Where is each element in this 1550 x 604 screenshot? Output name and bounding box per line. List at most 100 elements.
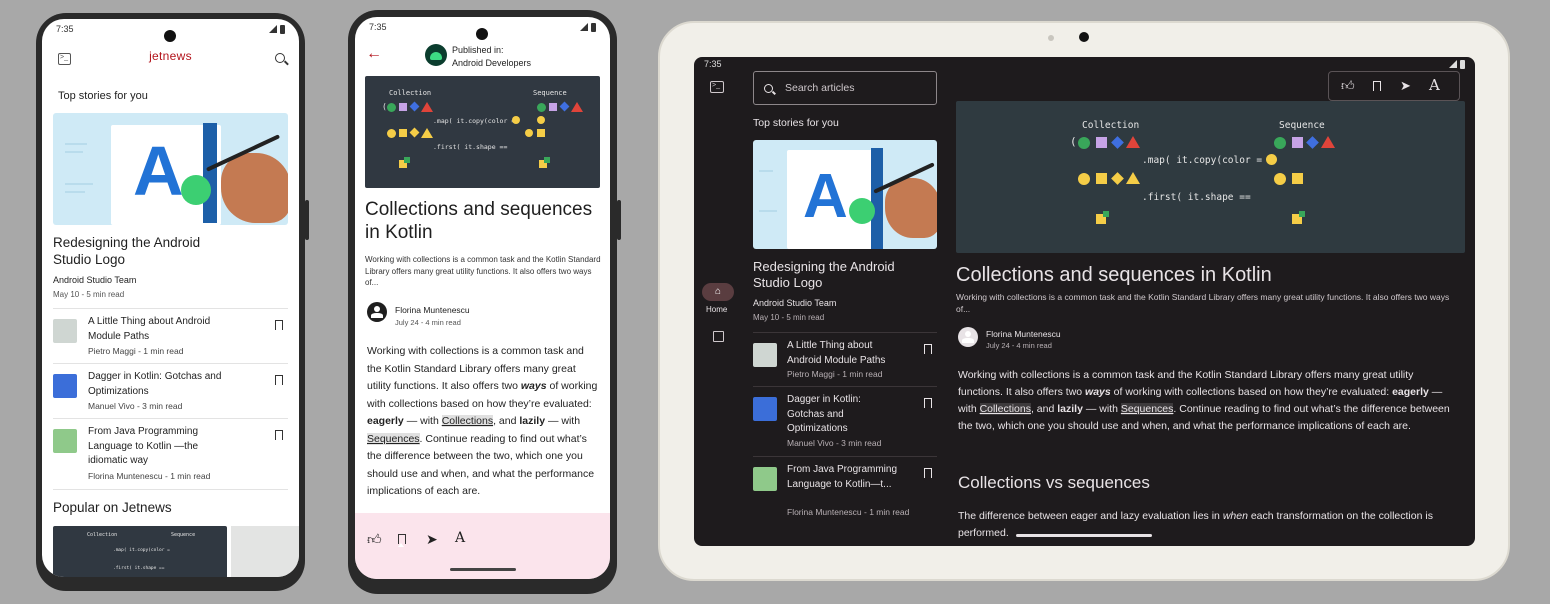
collection-label: Collection (1082, 120, 1140, 131)
article-toolbar: 👍︎ ➤ A (1328, 71, 1460, 101)
author-name: Florina Muntenescu (395, 305, 470, 315)
rail-home-label[interactable]: Home (706, 305, 727, 314)
post-meta: Pietro Maggi - 1 min read (787, 369, 883, 379)
divider (53, 489, 288, 490)
bookmark-icon[interactable] (275, 430, 283, 443)
list-icon[interactable] (713, 331, 724, 342)
post-title[interactable]: Dagger in Kotlin: Gotchas and Optimizati… (88, 370, 238, 399)
featured-title[interactable]: Redesigning the Android Studio Logo (753, 259, 903, 292)
post-title[interactable]: From Java Programming Language to Kotlin… (88, 425, 238, 469)
divider (753, 386, 937, 387)
thumb-up-icon[interactable]: 👍︎ (1341, 78, 1355, 94)
body-emphasis: ways (520, 380, 547, 392)
paren: ( (1070, 135, 1077, 148)
body-text: , and (1030, 403, 1058, 415)
bookmark-icon[interactable] (924, 398, 932, 411)
terminal-icon[interactable]: >_ (710, 81, 724, 93)
phone-screen-home: 7:35 >_ jetnews Top stories for you A Re… (42, 19, 299, 577)
body-emphasis: when (1222, 510, 1248, 522)
post-meta: Manuel Vivo - 3 min read (787, 438, 882, 448)
author-meta: July 24 - 4 min read (986, 341, 1052, 350)
gesture-nav-pill (1016, 534, 1152, 537)
bookmark-icon[interactable] (1373, 81, 1381, 94)
bookmark-icon[interactable] (275, 320, 283, 333)
body-text: , and (493, 415, 520, 427)
share-icon[interactable]: ➤ (426, 531, 438, 548)
code-first-line: .first( it.shape == (113, 566, 165, 571)
hand-illustration (221, 153, 288, 223)
post-title[interactable]: A Little Thing about Android Module Path… (787, 339, 905, 368)
section-title: Top stories for you (753, 117, 839, 129)
code-map-line: .map( it.copy(color = (433, 117, 516, 125)
popular-section-title: Popular on Jetnews (53, 500, 172, 515)
post-thumbnail (753, 397, 777, 421)
thumb-up-icon[interactable]: 👍︎ (367, 531, 382, 548)
divider (53, 308, 288, 309)
section-title: Top stories for you (58, 90, 148, 102)
popular-card-image-2[interactable] (231, 526, 299, 577)
divider (753, 332, 937, 333)
body-bold: eagerly (1392, 386, 1429, 398)
sequences-link[interactable]: Sequences (1120, 403, 1174, 415)
bottom-action-bar: 👍︎ ➤ A (355, 513, 610, 579)
body-text: — with (545, 415, 581, 427)
post-meta: Florina Muntenescu - 1 min read (787, 507, 910, 517)
text-size-icon[interactable]: A (455, 530, 465, 546)
code-first-line: .first( it.shape == (433, 143, 508, 151)
phone-screen-article: 7:35 ← Published in: Android Developers … (355, 17, 610, 579)
tablet-sensor (1048, 35, 1054, 41)
published-label: Published in: (452, 45, 504, 55)
divider (53, 418, 288, 419)
article-body: Working with collections is a common tas… (367, 343, 601, 501)
article-title: Collections and sequences in Kotlin (956, 264, 1272, 286)
sequences-link[interactable]: Sequences (367, 432, 420, 445)
share-icon[interactable]: ➤ (1400, 78, 1411, 94)
post-meta: Pietro Maggi - 1 min read (88, 346, 184, 356)
bookmark-icon[interactable] (275, 375, 283, 388)
featured-image[interactable]: A (753, 140, 937, 249)
post-title[interactable]: A Little Thing about Android Module Path… (88, 315, 228, 344)
featured-author: Android Studio Team (753, 298, 837, 308)
article-subtitle: Working with collections is a common tas… (365, 255, 601, 288)
body-bold: lazily (1057, 403, 1083, 415)
status-icons (580, 22, 596, 32)
home-icon[interactable]: ⌂ (702, 283, 734, 301)
front-camera (476, 28, 488, 40)
search-input[interactable]: Search articles (753, 71, 937, 105)
featured-meta: May 10 - 5 min read (753, 313, 825, 322)
status-icons (1449, 59, 1465, 69)
article-body: Working with collections is a common tas… (958, 367, 1458, 435)
sequence-label: Sequence (171, 532, 196, 538)
post-meta: Florina Muntenescu - 1 min read (88, 471, 211, 481)
divider (53, 363, 288, 364)
featured-title[interactable]: Redesigning the Android Studio Logo (53, 235, 223, 269)
collection-label: Collection (389, 89, 432, 97)
bookmark-icon[interactable] (398, 534, 406, 547)
code-first-line: .first( it.shape == (1142, 192, 1251, 203)
author-name: Florina Muntenescu (986, 329, 1061, 339)
tablet-screen: 7:35 >_ ⌂ Home Search articles Top stori… (694, 57, 1475, 546)
collections-link[interactable]: Collections (441, 415, 494, 427)
bookmark-icon[interactable] (924, 344, 932, 357)
top-app-bar: >_ jetnews (42, 39, 299, 75)
post-thumbnail (53, 374, 77, 398)
article-title: Collections and sequences in Kotlin (365, 199, 593, 243)
post-thumbnail (53, 319, 77, 343)
text-size-icon[interactable]: A (1429, 76, 1440, 94)
featured-image[interactable]: A (53, 113, 288, 225)
post-title[interactable]: From Java Programming Language to Kotlin… (787, 463, 915, 492)
status-time: 7:35 (704, 59, 722, 69)
bookmark-icon[interactable] (924, 468, 932, 481)
back-arrow-icon[interactable]: ← (366, 45, 382, 63)
sequence-label: Sequence (1279, 120, 1325, 131)
popular-card-image[interactable]: Collection Sequence .map( it.copy(color … (53, 526, 227, 577)
code-map-line: .map( it.copy(color = (1142, 155, 1263, 166)
post-title[interactable]: Dagger in Kotlin: Gotchas and Optimizati… (787, 393, 887, 437)
status-time: 7:35 (56, 24, 74, 34)
hand-illustration (885, 178, 937, 238)
post-thumbnail (753, 467, 777, 491)
search-icon[interactable] (275, 53, 285, 63)
android-studio-logo: A (803, 162, 848, 231)
body-text: of working with collections based on how… (1110, 386, 1393, 398)
collections-link[interactable]: Collections (979, 403, 1031, 415)
